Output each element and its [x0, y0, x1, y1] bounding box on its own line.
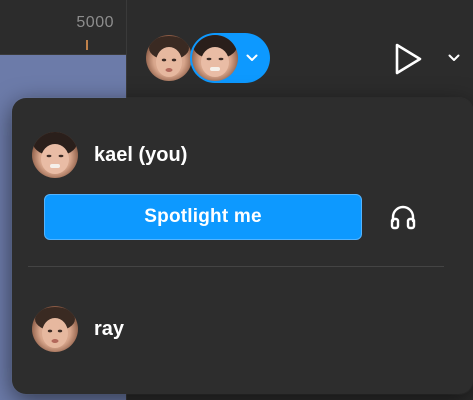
ruler-marker [86, 40, 88, 50]
play-icon [395, 43, 422, 75]
collaborator-avatar-selected[interactable] [190, 33, 270, 83]
current-user-name: kael (you) [94, 143, 188, 166]
present-options-button[interactable] [444, 48, 464, 68]
user-avatar-ray [32, 306, 78, 352]
spotlight-me-button[interactable]: Spotlight me [44, 194, 362, 240]
present-button[interactable] [390, 40, 426, 78]
ruler-label: 5000 [76, 14, 114, 31]
user-row[interactable]: ray [32, 306, 124, 352]
collaborator-avatar-kael[interactable] [192, 35, 238, 81]
horizontal-ruler: 5000 [0, 0, 126, 55]
user-name: ray [94, 317, 125, 340]
audio-button[interactable] [386, 200, 420, 234]
current-user-row[interactable]: kael (you) [32, 132, 187, 178]
popover-divider [28, 266, 444, 267]
collaborator-avatar-ray[interactable] [146, 35, 192, 81]
headphones-icon [390, 205, 416, 230]
multiplayer-menu-chevron[interactable] [238, 35, 266, 81]
chevron-down-icon [246, 54, 258, 61]
collaborator-avatars[interactable] [146, 33, 270, 83]
chevron-down-icon [448, 54, 460, 61]
user-avatar-kael [32, 132, 78, 178]
